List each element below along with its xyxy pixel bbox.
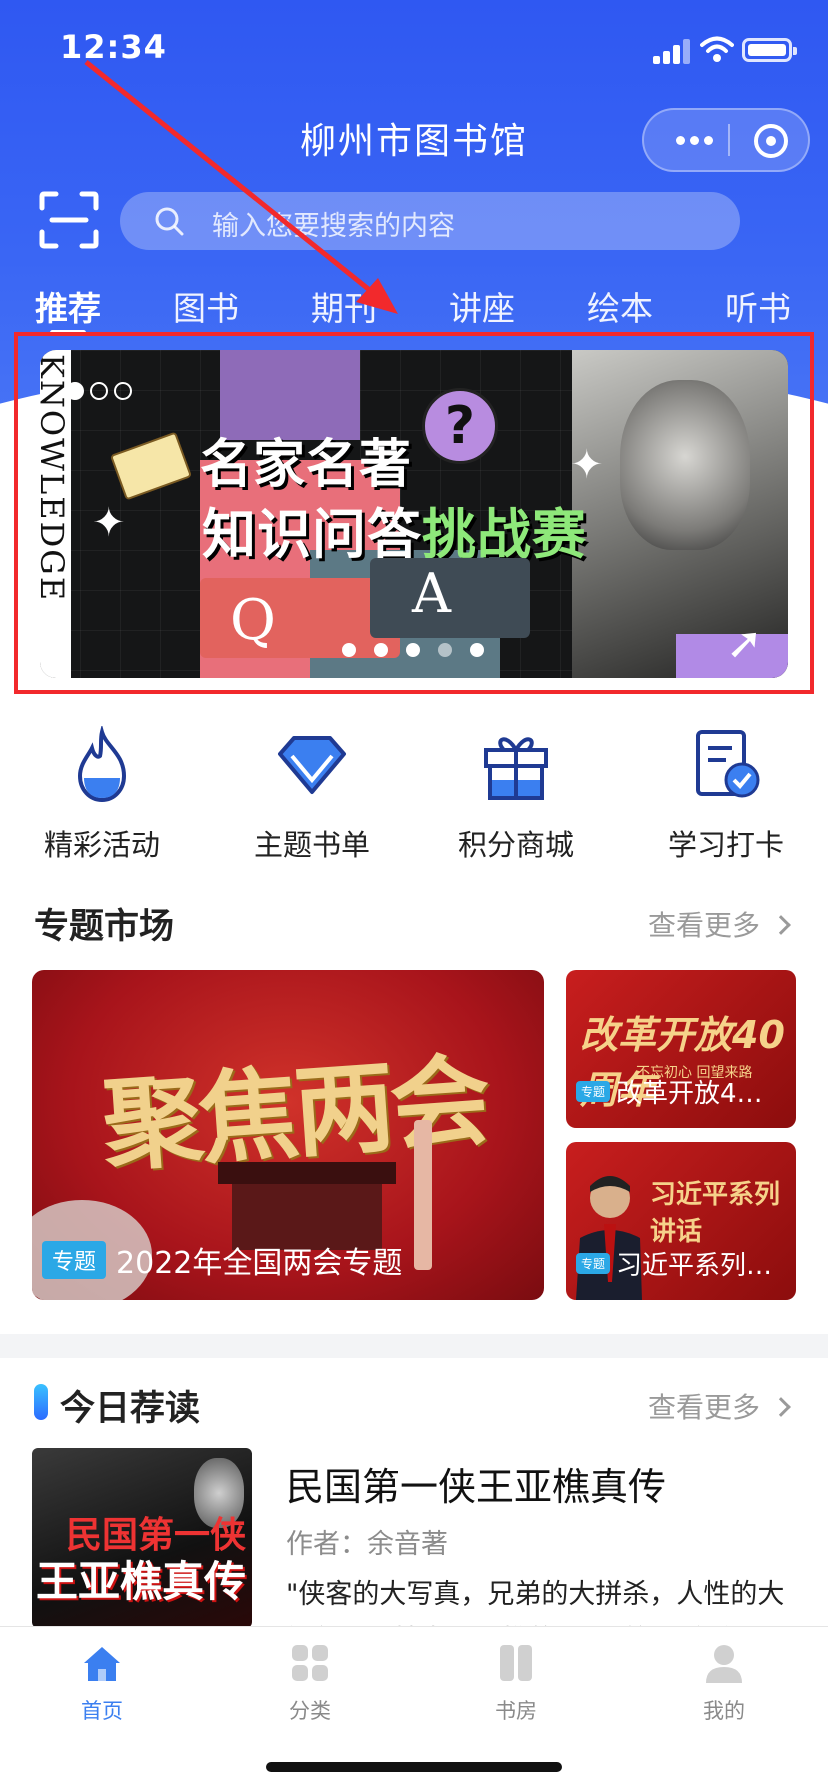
quick-link-label: 主题书单: [253, 828, 370, 862]
topic-tag: 专题: [576, 1253, 611, 1274]
topic-art-text: 习近平系列讲话: [650, 1180, 781, 1247]
status-time: 12:34: [60, 28, 167, 66]
app-root: 12:34 柳州市图书馆 输入您要搜索的内容 推荐 图书 期刊 讲座 绘本 听书…: [0, 0, 828, 1792]
quick-link-label: 精彩活动: [43, 828, 160, 862]
tabbar-label: 书房: [495, 1699, 537, 1723]
quick-link-booklists[interactable]: 主题书单: [222, 726, 402, 864]
topic-caption-text: 2022年全国两会专题: [116, 1246, 403, 1281]
today-accent-bar: [34, 1384, 48, 1420]
status-bar: 12:34: [0, 0, 828, 100]
search-icon: [155, 207, 184, 236]
search-input[interactable]: 输入您要搜索的内容: [120, 192, 740, 250]
today-section-title: 今日荐读: [60, 1388, 201, 1429]
topic-tag: 专题: [42, 1241, 107, 1279]
topic-card-two-sessions[interactable]: 聚焦两会 专题 2022年全国两会专题: [32, 970, 544, 1300]
tab-periodicals[interactable]: 期刊: [294, 282, 394, 330]
tab-recommend[interactable]: 推荐: [18, 282, 118, 330]
scan-icon[interactable]: [38, 190, 100, 250]
today-more-link[interactable]: 查看更多: [647, 1386, 791, 1426]
gift-icon: [484, 737, 548, 800]
topic-caption-text: 习近平系列…: [616, 1251, 773, 1281]
section-divider: [0, 1334, 828, 1358]
close-miniapp-icon[interactable]: [754, 124, 788, 158]
tab-picture-books[interactable]: 绘本: [570, 282, 670, 330]
annotation-highlight-box: [14, 332, 814, 694]
quick-link-points-mall[interactable]: 积分商城: [426, 726, 606, 864]
topic-caption: 专题 改革开放4…: [576, 1073, 763, 1110]
wifi-icon: [700, 36, 734, 62]
grid-icon: [292, 1645, 328, 1681]
battery-icon: [742, 38, 797, 62]
tabbar-mine[interactable]: 我的: [664, 1641, 784, 1725]
home-indicator: [266, 1762, 562, 1772]
topic-tag: 专题: [576, 1081, 611, 1102]
chevron-right-icon: [771, 915, 791, 935]
topic-caption: 专题 2022年全国两会专题: [42, 1238, 402, 1282]
tabbar-label: 首页: [81, 1699, 123, 1723]
tab-books[interactable]: 图书: [156, 282, 256, 330]
cellular-signal-icon: [653, 38, 693, 64]
tab-audiobooks[interactable]: 听书: [708, 282, 808, 330]
tab-lectures[interactable]: 讲座: [432, 282, 532, 330]
more-options-icon[interactable]: [668, 110, 724, 170]
topics-section-title: 专题市场: [34, 907, 175, 947]
quick-link-checkin[interactable]: 学习打卡: [636, 726, 816, 864]
tabbar-study[interactable]: 书房: [456, 1641, 576, 1725]
topic-caption-text: 改革开放4…: [616, 1079, 763, 1109]
user-icon: [706, 1645, 742, 1683]
more-label: 查看更多: [647, 1391, 760, 1424]
tabbar-label: 分类: [289, 1699, 331, 1723]
quick-link-label: 学习打卡: [667, 828, 784, 862]
tabbar-category[interactable]: 分类: [250, 1641, 370, 1725]
topic-caption: 专题 习近平系列…: [576, 1245, 772, 1282]
category-tabs: 推荐 图书 期刊 讲座 绘本 听书: [0, 282, 828, 335]
chevron-right-icon: [771, 1397, 791, 1417]
diamond-icon: [278, 736, 346, 794]
bookshelf-icon: [500, 1645, 532, 1681]
flame-icon: [77, 724, 127, 803]
quick-links: 精彩活动 主题书单 积分商城 学习打卡: [0, 724, 828, 862]
miniapp-capsule: [642, 108, 810, 172]
checklist-icon: [696, 730, 760, 798]
search-placeholder: 输入您要搜索的内容: [212, 211, 455, 242]
book-cover-line2: 王亚樵真传: [36, 1557, 247, 1606]
tabbar-label: 我的: [703, 1699, 745, 1723]
tabbar-home[interactable]: 首页: [42, 1641, 162, 1725]
book-author: 作者：余音著: [286, 1529, 448, 1560]
book-title[interactable]: 民国第一侠王亚樵真传: [286, 1456, 666, 1511]
topic-card-reform[interactable]: 改革开放40周年 不忘初心 回望来路 专题 改革开放4…: [566, 970, 796, 1128]
topic-card-speeches[interactable]: 习近平系列讲话 专题 习近平系列…: [566, 1142, 796, 1300]
quick-link-activities[interactable]: 精彩活动: [12, 724, 192, 864]
column-art: [414, 1120, 432, 1270]
quick-link-label: 积分商城: [457, 828, 574, 862]
home-icon: [84, 1647, 120, 1681]
more-label: 查看更多: [647, 909, 760, 942]
book-cover[interactable]: 民国第一侠 王亚樵真传: [32, 1448, 252, 1628]
capsule-divider: [728, 124, 730, 156]
topics-more-link[interactable]: 查看更多: [647, 904, 791, 944]
